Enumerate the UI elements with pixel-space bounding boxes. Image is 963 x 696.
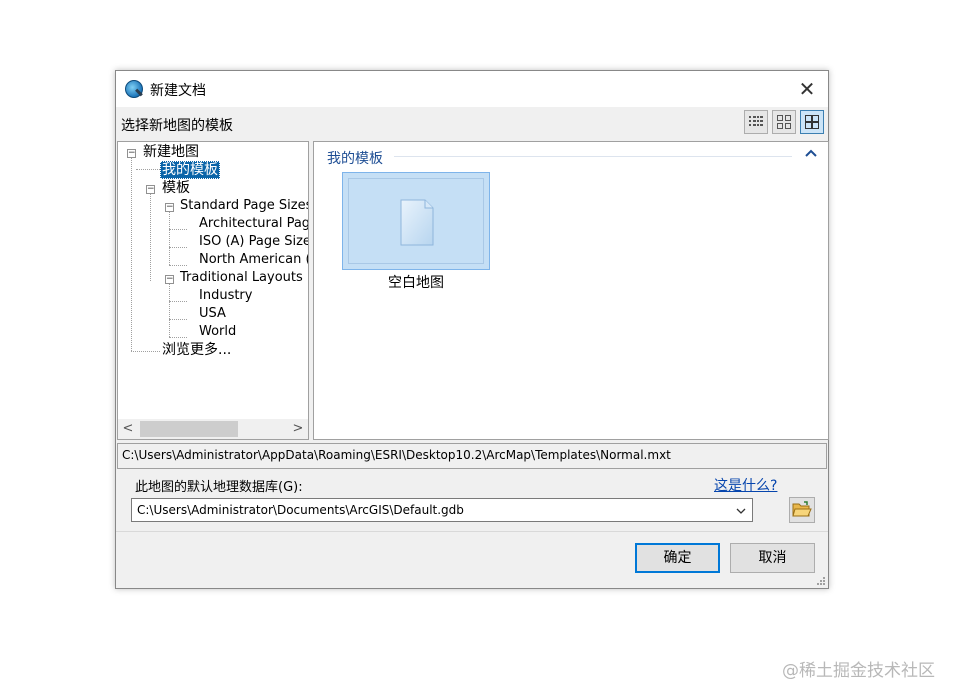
expander-new-map[interactable]: −	[127, 149, 136, 158]
group-divider	[394, 156, 792, 157]
expander-templates[interactable]: −	[146, 185, 155, 194]
ok-button[interactable]: 确定	[635, 543, 720, 573]
template-tree: − 新建地图 我的模板 − 模板 − Standard Page Sizes A…	[118, 142, 308, 417]
title-bar[interactable]: 新建文档 ✕	[116, 71, 828, 107]
default-gdb-select[interactable]: C:\Users\Administrator\Documents\ArcGIS\…	[131, 498, 753, 522]
watermark: @稀土掘金技术社区	[782, 661, 935, 681]
tree-horizontal-scrollbar[interactable]: < >	[118, 419, 308, 439]
tree-node-standard-page-sizes[interactable]: Standard Page Sizes	[180, 197, 308, 215]
whats-this-link[interactable]: 这是什么?	[714, 475, 777, 495]
scroll-thumb[interactable]	[140, 421, 238, 437]
open-folder-icon	[792, 501, 812, 517]
tree-node-iso[interactable]: ISO (A) Page Sizes	[199, 233, 308, 251]
browse-gdb-button[interactable]	[789, 497, 815, 523]
scroll-left-arrow[interactable]: <	[120, 421, 136, 437]
tree-node-world[interactable]: World	[199, 323, 236, 341]
group-title-my-templates: 我的模板	[327, 151, 383, 167]
template-path-bar: C:\Users\Administrator\AppData\Roaming\E…	[117, 443, 827, 469]
template-path-text: C:\Users\Administrator\AppData\Roaming\E…	[122, 448, 671, 462]
tree-node-templates[interactable]: 模板	[162, 179, 190, 197]
chevron-down-icon[interactable]	[735, 505, 747, 517]
arcmap-app-icon	[125, 80, 143, 98]
default-gdb-value: C:\Users\Administrator\Documents\ArcGIS\…	[137, 503, 464, 517]
tree-node-traditional-layouts[interactable]: Traditional Layouts	[180, 269, 303, 287]
tree-node-north-american[interactable]: North American (A	[199, 251, 308, 269]
default-gdb-label: 此地图的默认地理数据库(G):	[135, 480, 303, 495]
template-tile-blank-map[interactable]	[342, 172, 490, 270]
tree-node-usa[interactable]: USA	[199, 305, 226, 323]
large-icons-view-button[interactable]	[800, 110, 824, 134]
dialog-divider	[116, 531, 828, 532]
tree-node-new-map[interactable]: 新建地图	[143, 143, 199, 161]
small-icons-icon	[777, 115, 791, 129]
list-view-icon	[749, 116, 763, 126]
select-template-label: 选择新地图的模板	[121, 118, 233, 134]
window-title: 新建文档	[150, 83, 206, 99]
template-gallery-panel: 我的模板 空白地图	[313, 141, 829, 440]
expander-traditional-layouts[interactable]: −	[165, 275, 174, 284]
tree-node-architectural[interactable]: Architectural Page	[199, 215, 308, 233]
template-tree-panel: − 新建地图 我的模板 − 模板 − Standard Page Sizes A…	[117, 141, 309, 440]
tree-node-industry[interactable]: Industry	[199, 287, 252, 305]
collapse-chevron-up-icon[interactable]	[804, 146, 818, 160]
scroll-right-arrow[interactable]: >	[290, 421, 306, 437]
list-view-button[interactable]	[744, 110, 768, 134]
template-tile-label: 空白地图	[388, 275, 444, 291]
tree-node-browse-more[interactable]: 浏览更多...	[162, 341, 231, 359]
blank-document-icon	[400, 199, 434, 246]
large-icons-icon	[805, 115, 819, 129]
tree-node-my-templates[interactable]: 我的模板	[160, 161, 220, 179]
new-document-dialog: 新建文档 ✕ 选择新地图的模板 − 新建地图 我的模板 − 模板 − Stand…	[115, 70, 829, 589]
template-header: 选择新地图的模板	[116, 109, 828, 139]
close-button[interactable]: ✕	[792, 75, 822, 103]
small-icons-view-button[interactable]	[772, 110, 796, 134]
resize-grip-icon[interactable]	[816, 576, 826, 586]
cancel-button[interactable]: 取消	[730, 543, 815, 573]
expander-standard-page-sizes[interactable]: −	[165, 203, 174, 212]
